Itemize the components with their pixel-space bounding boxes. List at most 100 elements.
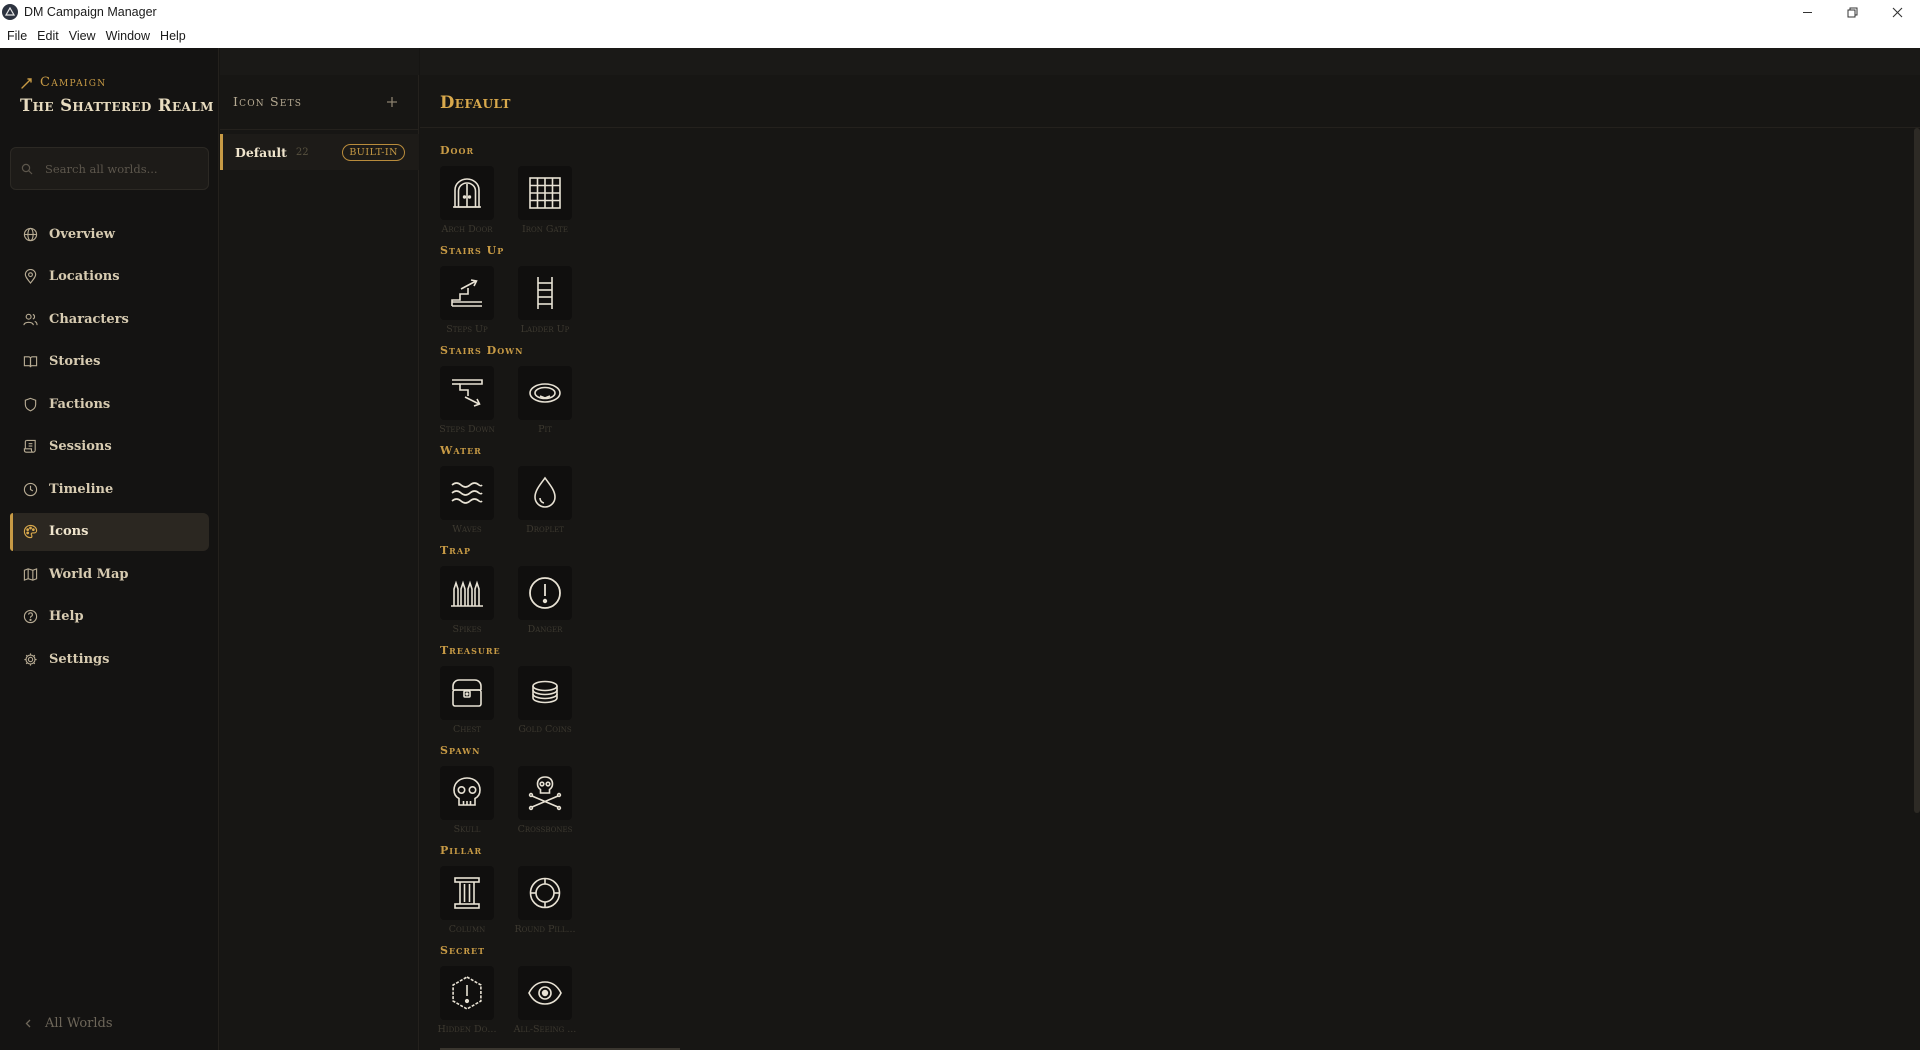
category-label: Stairs Down [440,344,524,357]
danger-icon [529,577,561,609]
palette-icon [23,524,38,539]
eye-icon [528,981,562,1005]
nav-label: Icons [49,524,89,539]
category-spawn: Spawn Skull Crossbones [440,744,572,835]
all-worlds-link[interactable]: All Worlds [24,1016,113,1031]
shield-icon [24,397,37,411]
category-label: Pillar [440,844,483,857]
globe-icon [23,227,38,241]
app-logo-icon [2,4,18,20]
icon-tile[interactable]: Column [440,866,494,935]
category-label: Stairs Up [440,244,505,257]
users-icon [23,313,38,325]
icon-tile[interactable]: Skull [440,766,494,835]
icon-caption: Waves [452,524,482,535]
category-label: Treasure [440,644,501,657]
icon-tile[interactable]: Arch Door [440,166,494,235]
campaign-name: The Shattered Realm [20,96,214,115]
icon-sets-panel: Icon Sets Default 22 BUILT-IN [220,48,419,1050]
crossbones-icon [528,776,562,811]
icon-tile[interactable]: Pit [518,366,572,435]
nav-settings[interactable]: Settings [10,640,209,678]
menu-help[interactable]: Help [155,29,191,43]
icon-tile[interactable]: Waves [440,466,494,535]
campaign-label: Campaign [20,75,106,90]
nav-locations[interactable]: Locations [10,258,209,296]
nav-label: Sessions [49,439,112,454]
icon-tile[interactable]: Iron Gate [518,166,572,235]
chest-icon [452,679,482,707]
clock-icon [23,482,38,496]
icon-tile[interactable]: Round Pill... [514,866,576,935]
minimize-button[interactable] [1785,0,1830,24]
icon-tile[interactable]: Danger [518,566,572,635]
category-stairs-down: Stairs Down Steps Down Pit [439,344,572,435]
menu-file[interactable]: File [2,29,32,43]
sets-panel-topbar [220,48,419,75]
nav-label: Overview [49,226,115,242]
column-icon [454,877,480,909]
gear-icon [24,652,37,666]
icon-caption: Skull [453,824,481,835]
nav-icons[interactable]: Icons [10,512,209,551]
chevron-left-icon [25,1019,31,1028]
icon-caption: Gold Coins [518,724,572,735]
skull-icon [453,777,481,806]
icon-set-item-default[interactable]: Default 22 BUILT-IN [220,134,419,170]
nav-stories[interactable]: Stories [10,343,209,381]
icon-tile[interactable]: Steps Down [439,366,495,435]
category-door: Door Arch Door Iron Gate [440,144,572,235]
nav-characters[interactable]: Characters [10,300,209,338]
nav-world-map[interactable]: World Map [10,555,209,593]
nav-sessions[interactable]: Sessions [10,428,209,466]
steps-down-icon [452,379,483,407]
search-placeholder: Search all worlds... [45,161,158,176]
droplet-icon [534,476,556,508]
title-bar: DM Campaign Manager [0,0,1920,24]
nav-overview[interactable]: Overview [10,215,209,253]
built-in-badge: BUILT-IN [342,144,405,161]
icon-tile[interactable]: Ladder Up [518,266,572,335]
icon-tile[interactable]: Gold Coins [518,666,572,735]
icon-caption: Ladder Up [520,324,570,335]
nav-help[interactable]: Help [10,598,209,636]
book-icon [23,356,38,368]
restore-button[interactable] [1830,0,1875,24]
icon-tile[interactable]: All-Seeing ... [514,966,576,1035]
spikes-icon [451,580,483,607]
ladder-icon [537,277,553,309]
nav-label: Settings [49,651,110,667]
category-label: Water [440,444,482,457]
waves-icon [451,482,483,504]
window-controls [1785,0,1920,24]
nav-timeline[interactable]: Timeline [10,470,209,508]
help-icon [23,609,38,624]
divider [220,129,419,130]
quill-icon [21,77,32,89]
menu-edit[interactable]: Edit [32,29,64,43]
search-input[interactable]: Search all worlds... [10,147,209,190]
vertical-scrollbar[interactable] [1914,128,1920,813]
icon-tile[interactable]: Spikes [440,566,494,635]
icon-caption: Steps Up [446,324,488,335]
icon-tile[interactable]: Hidden Do... [438,966,496,1035]
icon-caption: Pit [538,424,552,435]
icon-tile[interactable]: Chest [440,666,494,735]
icon-tile[interactable]: Crossbones [518,766,572,835]
round-pillar-icon [529,877,561,909]
close-button[interactable] [1875,0,1920,24]
icon-tile[interactable]: Steps Up [440,266,494,335]
add-icon-set-button[interactable] [385,95,399,109]
icon-caption: Danger [527,624,563,635]
icon-caption: Iron Gate [522,224,568,235]
icon-tile[interactable]: Droplet [518,466,572,535]
menu-window[interactable]: Window [101,29,155,43]
icon-caption: Droplet [526,524,564,535]
category-pillar: Pillar Column Round Pill... [440,844,576,935]
nav-factions[interactable]: Factions [10,385,209,423]
menu-bar: File Edit View Window Help [0,24,1920,48]
menu-view[interactable]: View [64,29,101,43]
category-trap: Trap Spikes Danger [440,544,572,635]
steps-up-icon [451,279,482,307]
nav-label: Factions [49,396,111,412]
